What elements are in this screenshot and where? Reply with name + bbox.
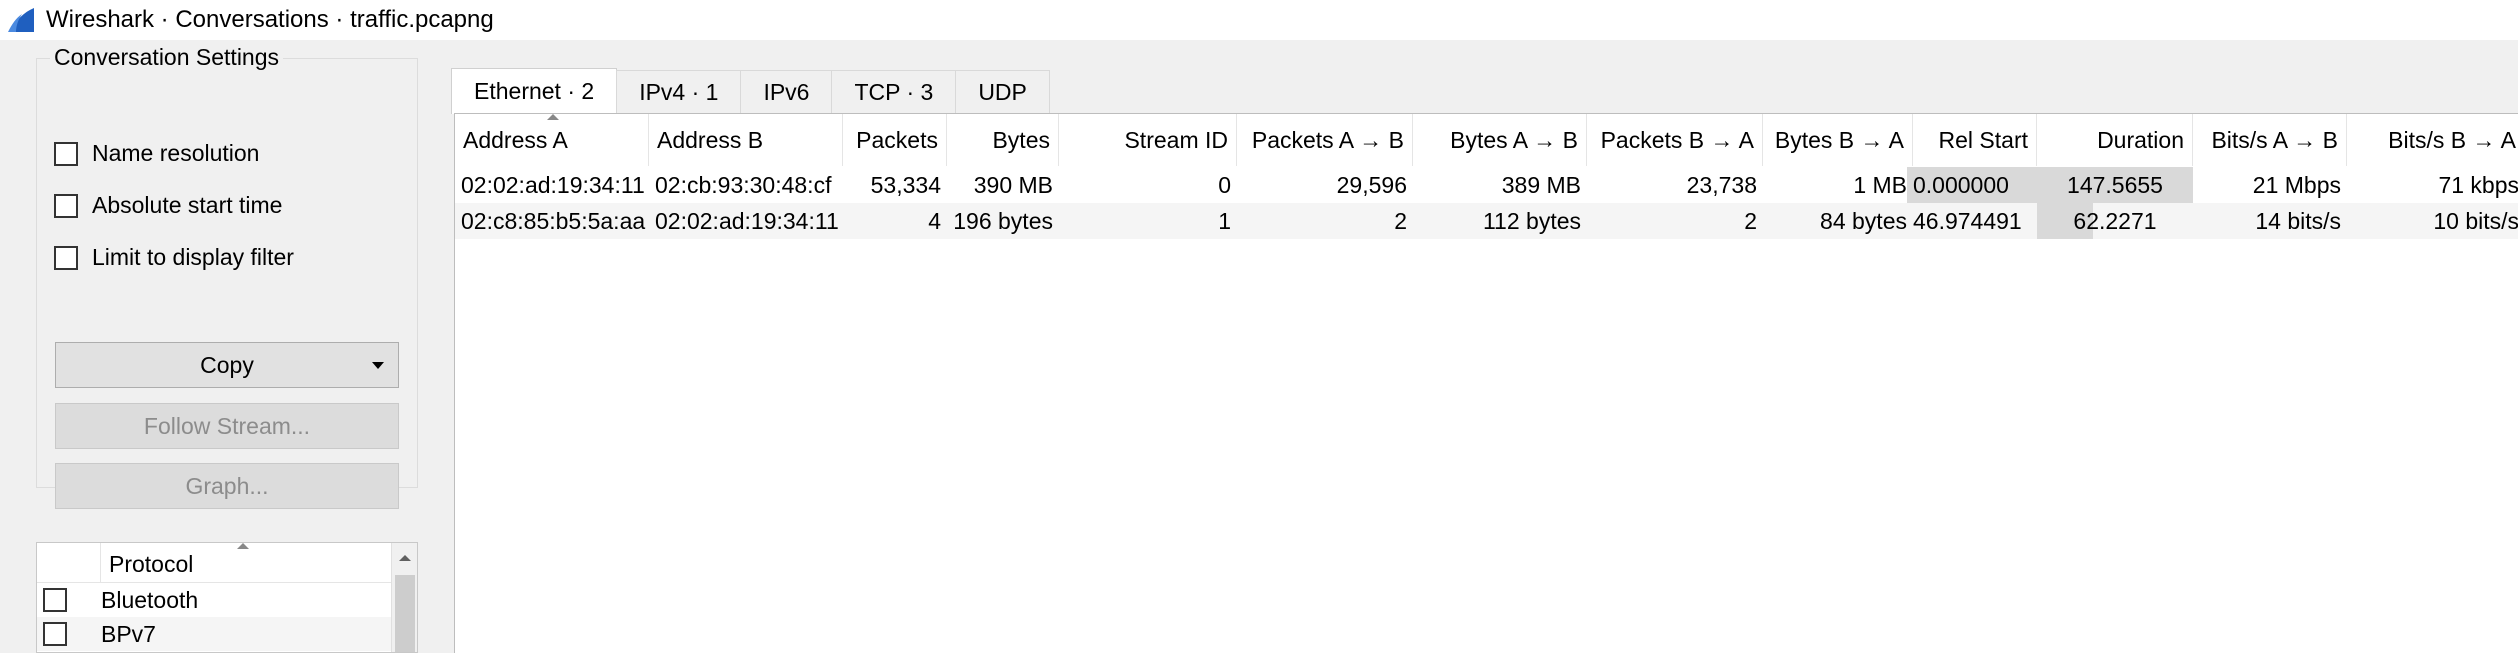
cell-packets-b-to-a: 2 xyxy=(1744,207,1757,234)
cell-bytes: 196 bytes xyxy=(953,207,1053,234)
column-header-rel-start[interactable]: Rel Start xyxy=(1913,114,2037,166)
limit-to-display-filter-checkbox[interactable] xyxy=(54,245,78,270)
cell-bytes: 390 MB xyxy=(973,171,1053,198)
column-header-bits-a-to-b[interactable]: Bits/s A → B xyxy=(2193,114,2347,166)
scrollbar-thumb[interactable] xyxy=(395,575,415,652)
cell-bits-a-to-b: 21 Mbps xyxy=(2252,171,2341,198)
cell-duration: 62.2271 xyxy=(2073,207,2157,234)
table-header: Address A Address B Packets Bytes Stream… xyxy=(455,114,2518,166)
column-header-packets-b-to-a[interactable]: Packets B → A xyxy=(1587,114,1763,166)
absolute-start-time-option[interactable]: Absolute start time xyxy=(54,192,282,219)
protocol-list-scrollbar[interactable] xyxy=(391,543,417,652)
conversations-table[interactable]: Address A Address B Packets Bytes Stream… xyxy=(454,113,2518,653)
protocol-list[interactable]: Protocol Bluetooth BPv7 xyxy=(36,542,418,653)
scroll-up-icon[interactable] xyxy=(399,555,411,561)
tab-ethernet[interactable]: Ethernet · 2 xyxy=(451,68,618,114)
graph-button-label: Graph... xyxy=(185,472,269,499)
cell-address-a: 02:c8:85:b5:5a:aa xyxy=(461,207,646,234)
cell-packets-a-to-b: 2 xyxy=(1394,207,1407,234)
cell-bits-b-to-a: 71 kbps xyxy=(2438,171,2518,198)
column-header-packets-a-to-b[interactable]: Packets A → B xyxy=(1237,114,1413,166)
tab-udp[interactable]: UDP xyxy=(955,70,1050,114)
copy-button-label: Copy xyxy=(200,351,254,378)
limit-to-display-filter-option[interactable]: Limit to display filter xyxy=(54,244,294,271)
cell-bits-a-to-b: 14 bits/s xyxy=(2255,207,2341,234)
sort-indicator-icon xyxy=(237,543,249,549)
cell-packets: 4 xyxy=(928,207,941,234)
follow-stream-button[interactable]: Follow Stream... xyxy=(55,403,399,449)
column-header-packets[interactable]: Packets xyxy=(843,114,947,166)
cell-duration: 147.5655 xyxy=(2037,167,2193,203)
wireshark-icon xyxy=(8,8,34,32)
cell-packets: 53,334 xyxy=(870,171,941,198)
cell-stream-id: 1 xyxy=(1218,207,1231,234)
cell-bytes-b-to-a: 84 bytes xyxy=(1820,207,1907,234)
protocol-checkbox[interactable] xyxy=(43,622,67,646)
absolute-start-time-label: Absolute start time xyxy=(92,192,283,218)
cell-packets-b-to-a: 23,738 xyxy=(1686,171,1757,198)
table-row[interactable]: 02:02:ad:19:34:11 02:cb:93:30:48:cf 53,3… xyxy=(455,167,2518,203)
chevron-down-icon[interactable] xyxy=(372,362,384,369)
column-header-bytes[interactable]: Bytes xyxy=(947,114,1059,166)
column-header-bytes-b-to-a[interactable]: Bytes B → A xyxy=(1763,114,1913,166)
cell-bytes-b-to-a: 1 MB xyxy=(1853,171,1907,198)
cell-bytes-a-to-b: 112 bytes xyxy=(1482,207,1581,234)
tab-ipv4[interactable]: IPv4 · 1 xyxy=(616,70,742,114)
follow-stream-button-label: Follow Stream... xyxy=(143,412,311,439)
column-header-address-a[interactable]: Address A xyxy=(455,114,649,166)
column-header-stream-id[interactable]: Stream ID xyxy=(1059,114,1237,166)
title-bar: Wireshark · Conversations · traffic.pcap… xyxy=(0,0,2518,40)
cell-rel-start: 0.000000 xyxy=(1907,167,2037,203)
cell-address-b: 02:cb:93:30:48:cf xyxy=(655,171,832,198)
copy-button[interactable]: Copy xyxy=(55,342,399,388)
column-header-duration[interactable]: Duration xyxy=(2037,114,2193,166)
cell-address-b: 02:02:ad:19:34:11 xyxy=(655,207,839,234)
protocol-column-header[interactable]: Protocol xyxy=(109,551,193,578)
cell-rel-start: 46.974491 xyxy=(1913,207,2022,234)
name-resolution-option[interactable]: Name resolution xyxy=(54,140,259,167)
window-title: Wireshark · Conversations · traffic.pcap… xyxy=(46,6,494,33)
cell-bits-b-to-a: 10 bits/s xyxy=(2433,207,2518,234)
column-header-bits-b-to-a[interactable]: Bits/s B → A xyxy=(2347,114,2518,166)
tab-tcp[interactable]: TCP · 3 xyxy=(831,70,957,114)
column-header-bytes-a-to-b[interactable]: Bytes A → B xyxy=(1413,114,1587,166)
protocol-checkbox[interactable] xyxy=(43,588,67,612)
sort-indicator-icon xyxy=(547,114,559,120)
protocol-item-label: Bluetooth xyxy=(101,586,199,613)
table-row[interactable]: 02:c8:85:b5:5a:aa 02:02:ad:19:34:11 4 19… xyxy=(455,203,2518,239)
graph-button[interactable]: Graph... xyxy=(55,463,399,509)
cell-packets-a-to-b: 29,596 xyxy=(1336,171,1407,198)
cell-stream-id: 0 xyxy=(1218,171,1231,198)
protocol-item-label: BPv7 xyxy=(101,620,156,647)
cell-bytes-a-to-b: 389 MB xyxy=(1501,171,1581,198)
cell-address-a: 02:02:ad:19:34:11 xyxy=(461,171,645,198)
name-resolution-label: Name resolution xyxy=(92,140,260,166)
absolute-start-time-checkbox[interactable] xyxy=(54,193,78,218)
conversation-settings-title: Conversation Settings xyxy=(50,44,284,71)
protocol-item-bpv7[interactable]: BPv7 xyxy=(37,617,391,651)
protocol-item-bluetooth[interactable]: Bluetooth xyxy=(37,583,391,617)
conversation-type-tabs: Ethernet · 2 IPv4 · 1 IPv6 TCP · 3 UDP xyxy=(451,68,1050,114)
column-header-address-b[interactable]: Address B xyxy=(649,114,843,166)
protocol-check-column-header[interactable] xyxy=(37,543,101,583)
limit-to-display-filter-label: Limit to display filter xyxy=(92,244,294,270)
protocol-list-header: Protocol xyxy=(37,543,391,583)
tab-ipv6[interactable]: IPv6 xyxy=(740,70,833,114)
name-resolution-checkbox[interactable] xyxy=(54,141,78,166)
